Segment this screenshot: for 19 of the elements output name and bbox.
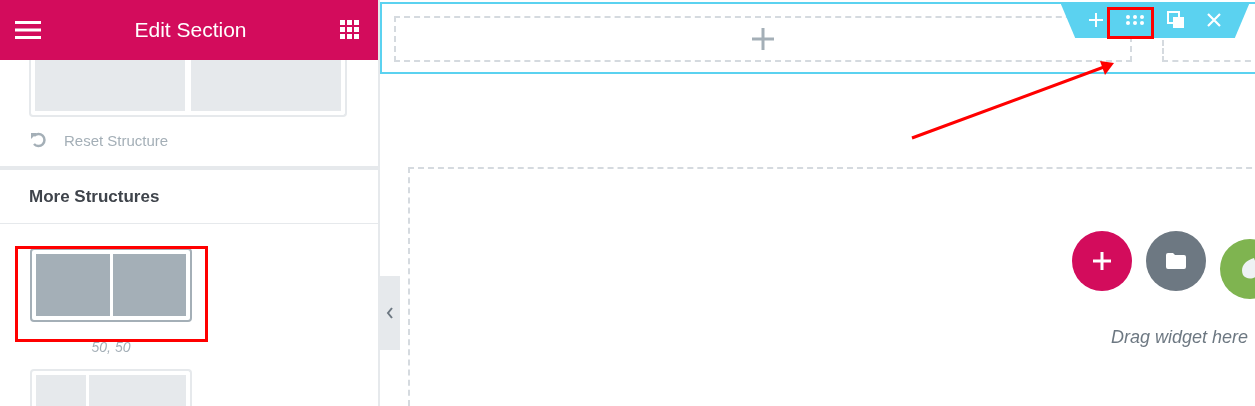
plus-icon — [752, 28, 774, 50]
plus-icon — [1093, 252, 1111, 270]
structure-label: 50, 50 — [91, 338, 131, 355]
drop-hint: Drag widget here — [1110, 327, 1248, 348]
folder-icon — [1166, 253, 1186, 269]
collapse-panel-button[interactable] — [380, 276, 400, 350]
highlight-frame — [1107, 7, 1154, 39]
chevron-left-icon — [386, 307, 394, 319]
menu-icon[interactable] — [15, 21, 41, 39]
structure-option[interactable] — [30, 247, 192, 322]
section-heading: More Structures — [0, 170, 378, 224]
add-widget-button[interactable] — [1072, 231, 1132, 291]
panel-title: Edit Section — [134, 18, 247, 42]
grid-icon[interactable] — [340, 20, 360, 40]
undo-icon — [30, 131, 48, 150]
template-button[interactable] — [1146, 231, 1206, 291]
structure-preview[interactable] — [29, 60, 347, 118]
reset-structure-button[interactable]: Reset Structure — [30, 131, 378, 150]
leaf-icon — [1240, 258, 1255, 280]
